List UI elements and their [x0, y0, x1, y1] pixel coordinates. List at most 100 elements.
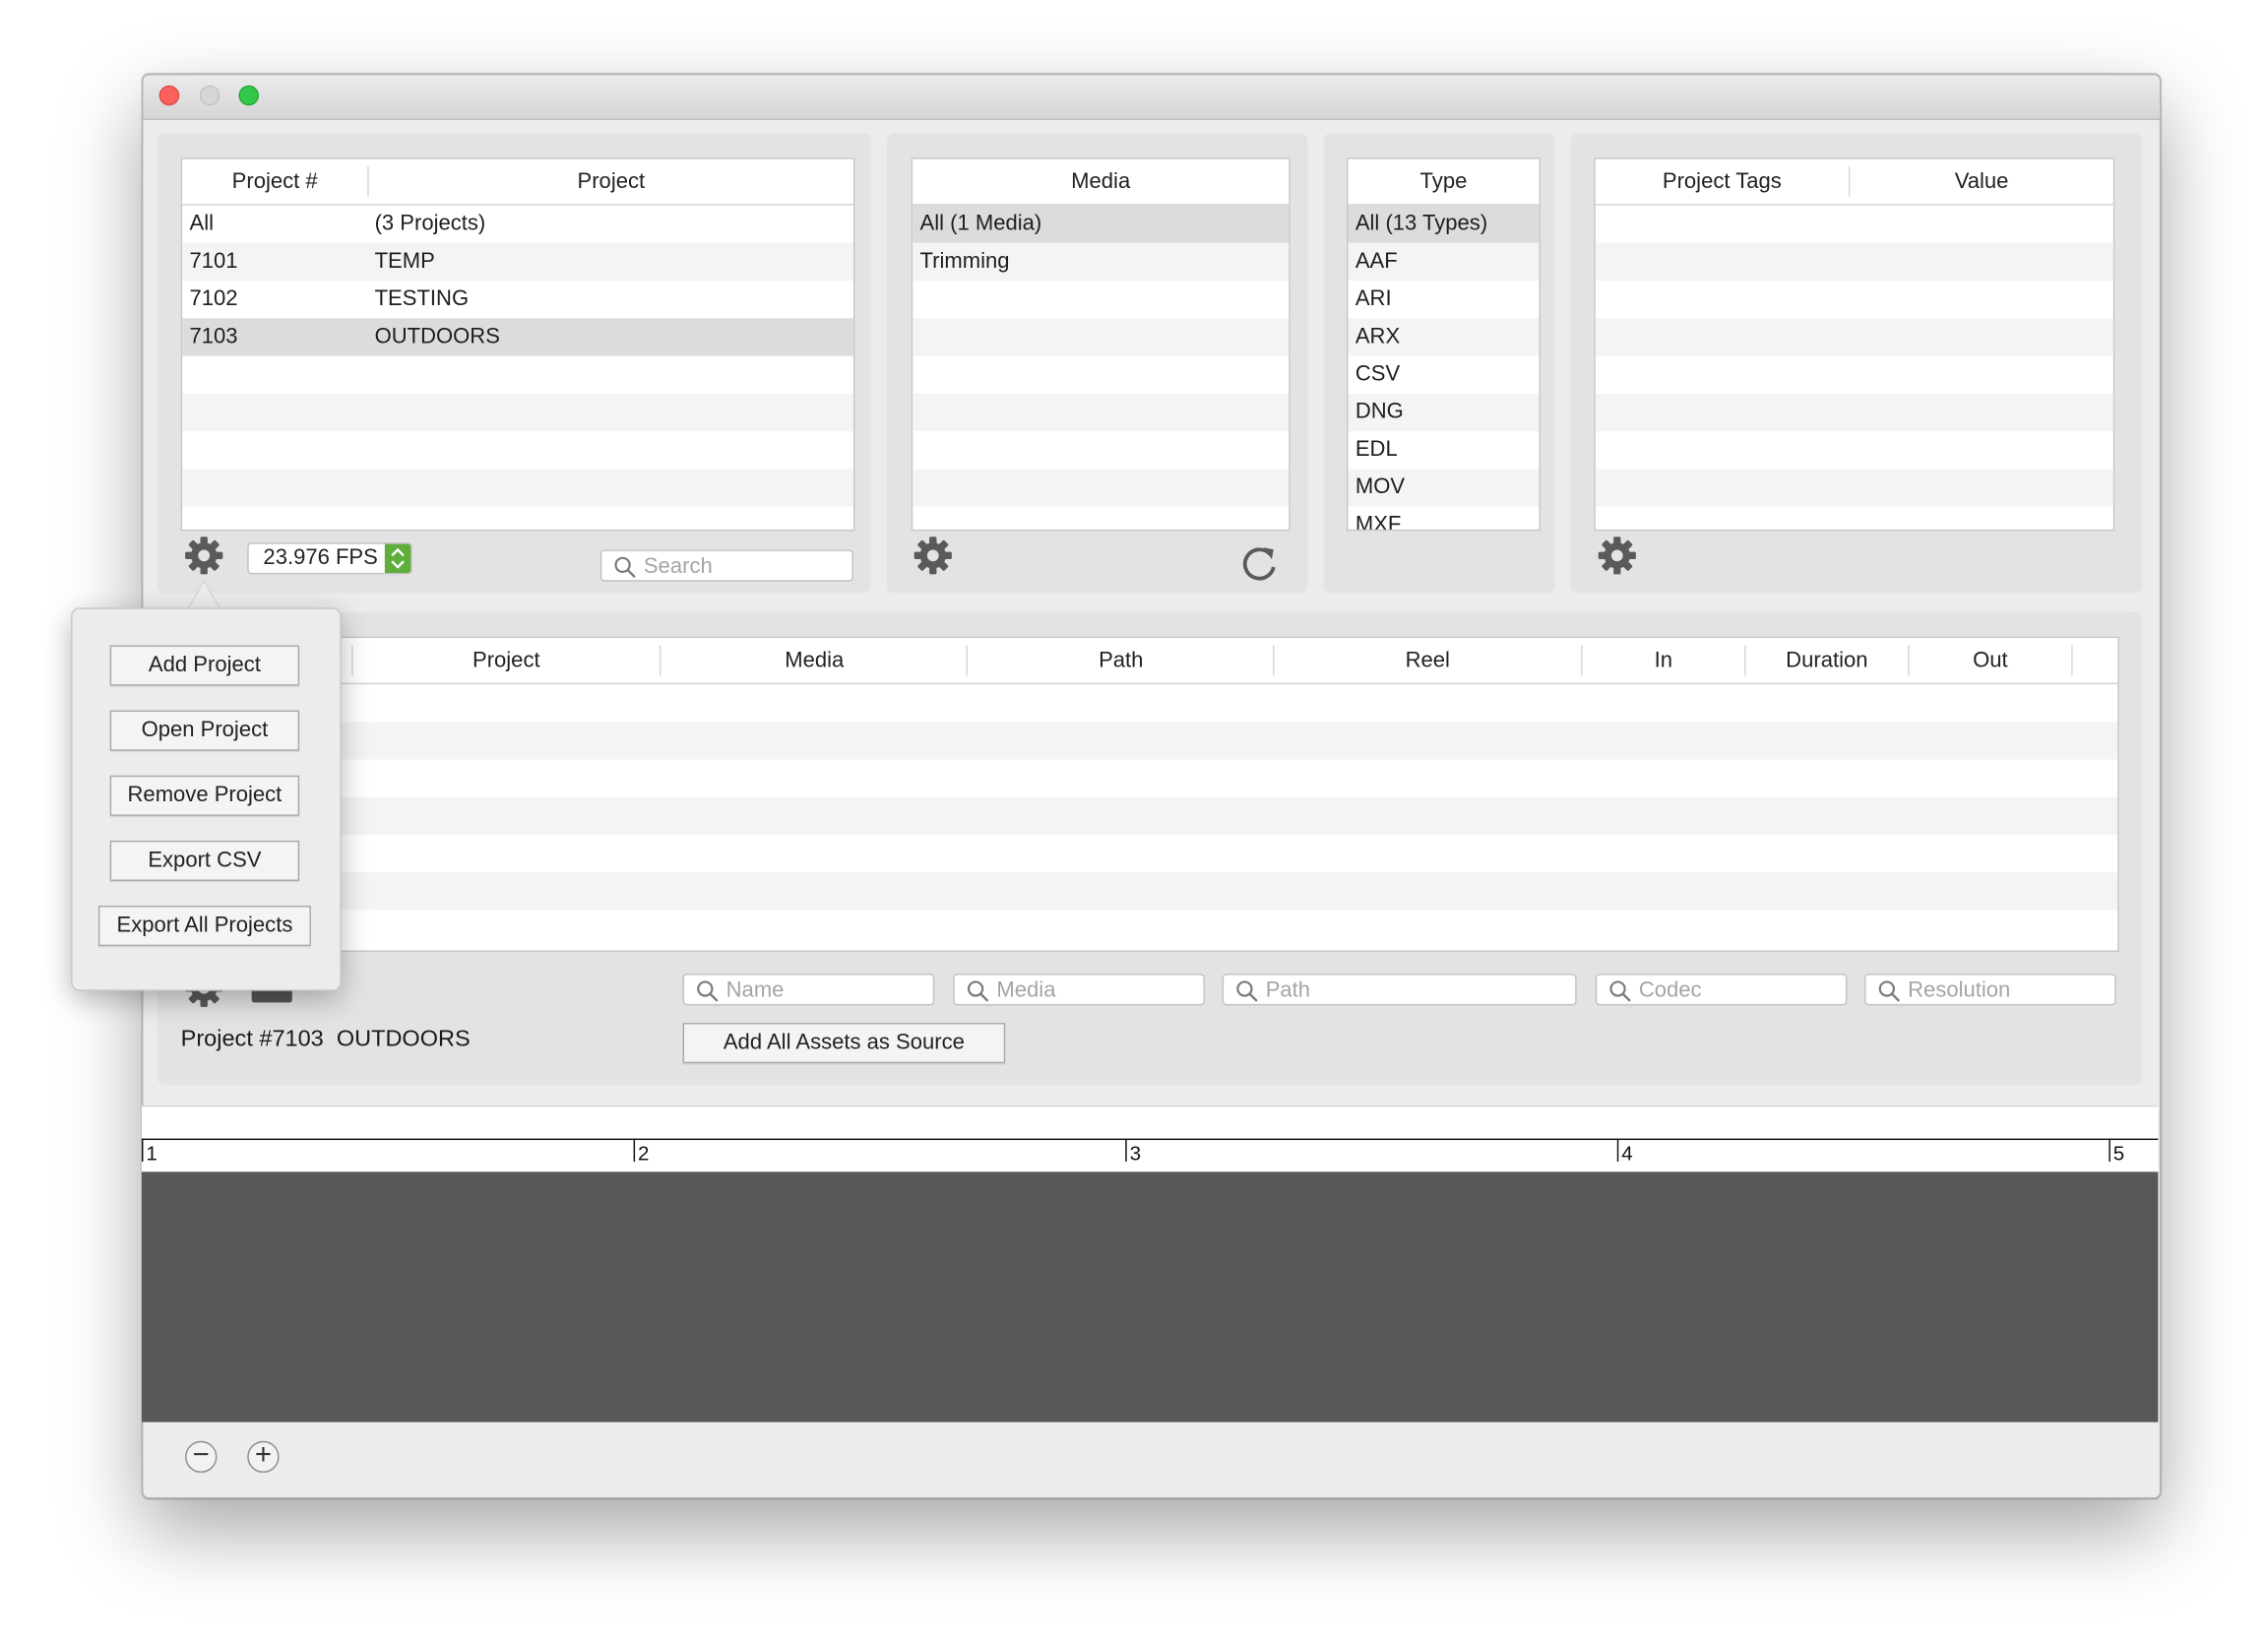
table-row[interactable]: All (3 Projects) — [182, 206, 853, 243]
empty-row — [1596, 506, 2113, 530]
empty-row — [913, 318, 1290, 356]
projects-table-header: Project # Project — [182, 158, 853, 206]
type-table-header: Type — [1348, 158, 1540, 206]
tags-table-header: Project Tags Value — [1595, 158, 2113, 206]
open-project-button[interactable]: Open Project — [109, 710, 300, 751]
table-row[interactable]: EDL — [1348, 431, 1539, 469]
table-row[interactable]: DNG — [1348, 393, 1540, 431]
empty-row — [1595, 469, 2113, 507]
empty-row — [182, 393, 853, 431]
media-table[interactable]: Media All (1 Media) Trimming — [911, 158, 1291, 532]
path-filter-input[interactable] — [1222, 974, 1577, 1006]
empty-row — [182, 722, 2118, 760]
column-header-project[interactable]: Project — [353, 638, 661, 683]
project-search-input[interactable] — [599, 549, 853, 582]
column-header-value[interactable]: Value — [1850, 159, 2112, 205]
project-name-cell: TEMP — [374, 248, 435, 274]
type-table[interactable]: Type All (13 Types) AAF ARI ARX CSV DNG EDL MOV… — [1347, 158, 1541, 532]
type-cell: CSV — [1354, 361, 1401, 387]
fps-stepper[interactable]: 23.976 FPS — [247, 542, 412, 575]
media-gear-icon[interactable] — [912, 534, 955, 577]
table-row[interactable]: MXF — [1348, 506, 1539, 530]
column-header-media[interactable]: Media — [662, 638, 969, 683]
table-row[interactable]: All (13 Types) — [1348, 205, 1540, 243]
column-header-reel[interactable]: Reel — [1275, 638, 1582, 683]
table-row[interactable]: ARX — [1348, 318, 1540, 356]
name-filter-input[interactable] — [682, 974, 935, 1006]
search-icon — [1235, 979, 1259, 1003]
projects-table[interactable]: Project # Project All (3 Projects) 7101 TEM… — [180, 158, 855, 532]
project-info-label: Project #7103 OUTDOORS — [180, 1027, 471, 1052]
column-header-out[interactable]: Out — [1910, 638, 2072, 683]
project-number-cell: 7102 — [189, 285, 238, 311]
refresh-icon[interactable] — [1238, 542, 1282, 586]
empty-row — [182, 872, 2118, 911]
column-header-media[interactable]: Media — [913, 159, 1289, 205]
add-all-assets-button[interactable]: Add All Assets as Source — [682, 1023, 1006, 1064]
project-number-cell: All — [189, 211, 214, 236]
search-icon — [1877, 979, 1901, 1003]
assets-rows — [182, 684, 2118, 950]
empty-row — [913, 469, 1290, 507]
empty-row — [1596, 206, 2113, 243]
media-cell: Trimming — [919, 248, 1010, 274]
table-row[interactable]: ARI — [1348, 281, 1539, 318]
type-cell: EDL — [1354, 436, 1398, 462]
empty-row — [913, 506, 1289, 530]
empty-row — [182, 835, 2117, 872]
assets-table[interactable]: Project Media Path Reel In Duration Out — [180, 636, 2119, 952]
search-icon — [696, 979, 720, 1003]
type-cell: MOV — [1354, 474, 1406, 500]
table-row[interactable]: 7102 TESTING — [182, 281, 853, 318]
empty-row — [182, 796, 2118, 835]
empty-row — [182, 506, 853, 530]
empty-row — [182, 431, 853, 469]
table-row[interactable]: MOV — [1348, 469, 1540, 507]
maximize-window-button[interactable] — [238, 85, 260, 106]
search-icon — [613, 555, 637, 579]
minimize-window-button[interactable] — [199, 85, 220, 106]
column-header-project-number[interactable]: Project # — [182, 159, 367, 205]
media-table-header: Media — [913, 158, 1290, 206]
projects-gear-icon[interactable] — [182, 534, 225, 577]
empty-row — [1596, 431, 2113, 469]
tags-gear-icon[interactable] — [1596, 534, 1639, 577]
media-rows: All (1 Media) Trimming — [913, 205, 1290, 530]
export-all-projects-button[interactable]: Export All Projects — [97, 905, 311, 947]
column-header-duration[interactable]: Duration — [1746, 638, 1909, 683]
popover-arrow — [188, 581, 220, 609]
table-row[interactable]: AAF — [1348, 242, 1540, 282]
media-filter-input[interactable] — [953, 974, 1206, 1006]
tags-rows — [1595, 206, 2113, 530]
resolution-filter-input[interactable] — [1864, 974, 2116, 1006]
empty-row — [182, 910, 2117, 947]
type-cell: AAF — [1354, 248, 1398, 274]
column-header-project-tags[interactable]: Project Tags — [1596, 159, 1849, 205]
search-icon — [1608, 979, 1632, 1003]
codec-filter-input[interactable] — [1595, 974, 1848, 1006]
table-row[interactable]: 7101 TEMP — [182, 242, 853, 282]
column-header-in[interactable]: In — [1583, 638, 1745, 683]
add-project-button[interactable]: Add Project — [109, 645, 300, 686]
type-cell: ARX — [1354, 324, 1401, 349]
title-bar — [143, 75, 2160, 120]
remove-project-button[interactable]: Remove Project — [109, 775, 300, 816]
project-actions-popover: Add Project Open Project Remove Project … — [71, 607, 342, 991]
type-cell: All (13 Types) — [1354, 211, 1488, 236]
table-row[interactable]: 7103 OUTDOORS — [182, 318, 853, 356]
table-row[interactable]: CSV — [1348, 356, 1539, 394]
export-csv-button[interactable]: Export CSV — [109, 840, 300, 881]
column-header-project[interactable]: Project — [369, 159, 853, 205]
empty-row — [182, 684, 2117, 722]
table-row[interactable]: All (1 Media) — [913, 205, 1290, 243]
type-cell: ARI — [1354, 285, 1392, 311]
stepper-arrows-icon[interactable] — [384, 543, 411, 573]
close-window-button[interactable] — [158, 85, 180, 106]
table-row[interactable]: Trimming — [913, 242, 1290, 282]
tags-table[interactable]: Project Tags Value — [1594, 158, 2115, 532]
empty-row — [182, 356, 853, 394]
column-header-path[interactable]: Path — [968, 638, 1275, 683]
column-header-type[interactable]: Type — [1348, 159, 1539, 205]
project-name-cell: TESTING — [374, 285, 470, 311]
empty-row — [1595, 242, 2113, 282]
